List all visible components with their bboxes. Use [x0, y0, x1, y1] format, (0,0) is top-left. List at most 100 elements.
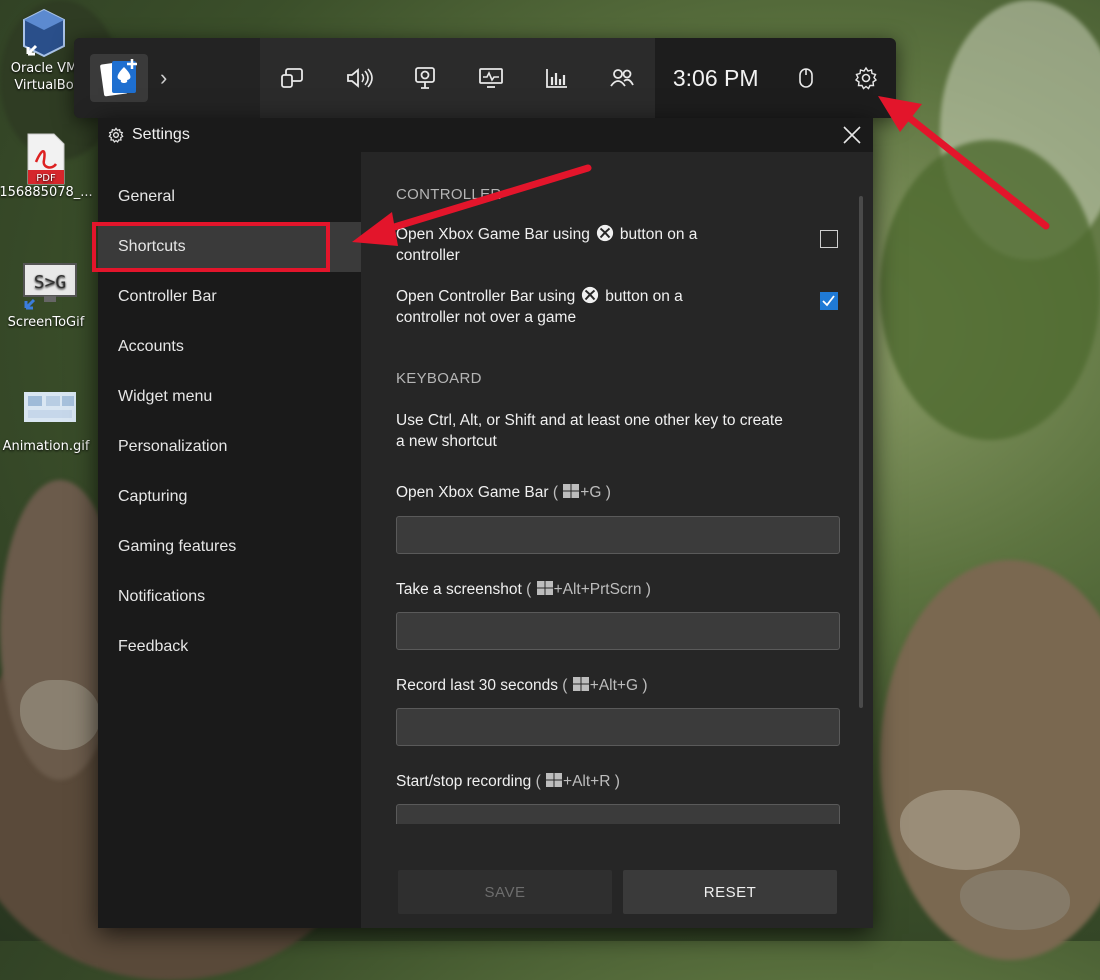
shortcut-keys: +Alt+G: [589, 677, 639, 694]
option-text: button on a: [619, 226, 698, 243]
content-scrollbar[interactable]: [859, 196, 863, 708]
nav-item-accounts[interactable]: Accounts: [98, 322, 361, 372]
audio-icon: [346, 68, 373, 88]
nav-item-label: Feedback: [118, 638, 189, 655]
performance-button[interactable]: [461, 48, 521, 108]
widget-icon: [281, 68, 303, 88]
game-bar-widgets: [260, 38, 656, 118]
option-text: controller not over a game: [396, 309, 577, 326]
nav-item-label: Notifications: [118, 588, 206, 605]
shortcut-keys: +Alt+R: [563, 773, 611, 790]
shortcut-keys: +Alt+PrtScrn: [553, 581, 642, 598]
controller-bar-checkbox[interactable]: [820, 292, 838, 310]
nav-item-label: Controller Bar: [118, 288, 217, 305]
gear-icon: [854, 66, 878, 90]
nav-item-label: Widget menu: [118, 388, 213, 405]
save-button[interactable]: SAVE: [398, 870, 612, 914]
nav-item-capturing[interactable]: Capturing: [98, 472, 361, 522]
capture-button[interactable]: [395, 48, 455, 108]
desktop-icon-label: 156885078_...: [0, 185, 93, 200]
desktop-icon-label: ScreenToGif: [7, 315, 85, 330]
shortcut-label: Start/stop recording: [396, 773, 532, 790]
gear-icon: [108, 127, 124, 143]
widget-menu-button[interactable]: [263, 48, 323, 108]
keyboard-description: Use Ctrl, Alt, or Shift and at least one…: [396, 410, 846, 452]
option-text: controller: [396, 247, 460, 264]
shortcut-label-start-stop-recording: Start/stop recording ( +Alt+R ): [396, 773, 620, 791]
virtualbox-icon: [20, 8, 68, 58]
screentogif-icon: S>G: [22, 262, 77, 310]
shortcut-label: Take a screenshot: [396, 581, 522, 598]
audio-button[interactable]: [329, 48, 389, 108]
windows-key-icon: [546, 773, 563, 787]
nav-item-controller-bar[interactable]: Controller Bar: [98, 272, 361, 322]
chevron-right-icon[interactable]: ›: [160, 65, 167, 91]
keyboard-heading: KEYBOARD: [396, 370, 482, 387]
settings-content: CONTROLLER Open Xbox Game Bar using butto…: [361, 152, 873, 928]
option-text: Open Controller Bar using: [396, 288, 576, 305]
shortcut-hint: ( +Alt+G ): [562, 677, 648, 694]
nav-item-widget-menu[interactable]: Widget menu: [98, 372, 361, 422]
shortcut-input-record-last-30[interactable]: [396, 708, 840, 746]
shortcut-hint: ( +Alt+R ): [535, 773, 620, 790]
controller-heading: CONTROLLER: [396, 186, 502, 203]
xbox-social-icon: [610, 69, 635, 87]
option-text: Open Xbox Game Bar using: [396, 226, 590, 243]
windows-key-icon: [572, 677, 589, 691]
nav-item-notifications[interactable]: Notifications: [98, 572, 361, 622]
description-text: a new shortcut: [396, 433, 497, 450]
s2g-badge: S>G: [34, 272, 67, 293]
performance-icon: [478, 68, 503, 88]
shortcut-label: Record last 30 seconds: [396, 677, 558, 694]
checkmark-icon: [822, 295, 835, 307]
shortcut-input-screenshot[interactable]: [396, 612, 840, 650]
windows-key-icon: [536, 581, 553, 595]
settings-button[interactable]: [836, 48, 896, 108]
desktop-icon-animation[interactable]: Animation.gif: [0, 386, 94, 455]
close-icon: [843, 126, 861, 144]
mouse-icon: [799, 68, 813, 88]
game-bar-controls: [776, 38, 896, 118]
xbox-game-bar: › 3:06 PM: [74, 38, 896, 118]
mouse-lock-button[interactable]: [776, 48, 836, 108]
description-text: Use Ctrl, Alt, or Shift and at least one…: [396, 412, 783, 429]
desktop-icon-screentogif[interactable]: S>G ScreenToGif: [0, 262, 94, 331]
controller-option-game-bar: Open Xbox Game Bar using button on a cont…: [396, 224, 766, 266]
pdf-badge: PDF: [36, 173, 56, 184]
annotation-highlight-box: [92, 222, 330, 272]
nav-item-label: Capturing: [118, 488, 188, 505]
current-app-thumbnail[interactable]: [90, 54, 148, 102]
capture-icon: [414, 67, 435, 89]
reset-button[interactable]: RESET: [623, 870, 837, 914]
nav-item-label: Gaming features: [118, 538, 237, 555]
solitaire-icon: [100, 59, 137, 97]
nav-item-personalization[interactable]: Personalization: [98, 422, 361, 472]
shortcut-hint: ( +Alt+PrtScrn ): [526, 581, 651, 598]
nav-item-label: Accounts: [118, 338, 184, 355]
game-bar-clock: 3:06 PM: [672, 64, 759, 91]
shortcut-label-screenshot: Take a screenshot ( +Alt+PrtScrn ): [396, 581, 651, 599]
game-bar-controller-checkbox[interactable]: [820, 230, 838, 248]
nav-item-feedback[interactable]: Feedback: [98, 622, 361, 672]
resources-icon: [545, 69, 567, 88]
controller-option-controller-bar: Open Controller Bar using button on a con…: [396, 286, 766, 328]
shortcut-hint: ( +G ): [552, 484, 611, 501]
option-text: button on a: [605, 288, 683, 305]
xbox-button-icon: [596, 224, 613, 242]
xbox-social-button[interactable]: [592, 48, 652, 108]
nav-item-gaming-features[interactable]: Gaming features: [98, 522, 361, 572]
desktop-icon-pdf[interactable]: PDF 156885078_...: [0, 132, 94, 201]
shortcut-label-record-last-30: Record last 30 seconds ( +Alt+G ): [396, 677, 647, 695]
shortcut-input-open-game-bar[interactable]: [396, 516, 840, 554]
gif-file-icon: [22, 386, 76, 434]
windows-key-icon: [563, 484, 580, 498]
resources-button[interactable]: [527, 48, 587, 108]
shortcut-label: Open Xbox Game Bar: [396, 484, 549, 501]
settings-title: Settings: [132, 126, 190, 143]
xbox-button-icon: [582, 286, 599, 304]
settings-titlebar: Settings: [98, 118, 873, 152]
nav-item-label: Personalization: [118, 438, 228, 455]
nav-item-general[interactable]: General: [98, 172, 361, 222]
close-button[interactable]: [841, 124, 863, 146]
pdf-file-icon: PDF: [22, 132, 70, 185]
